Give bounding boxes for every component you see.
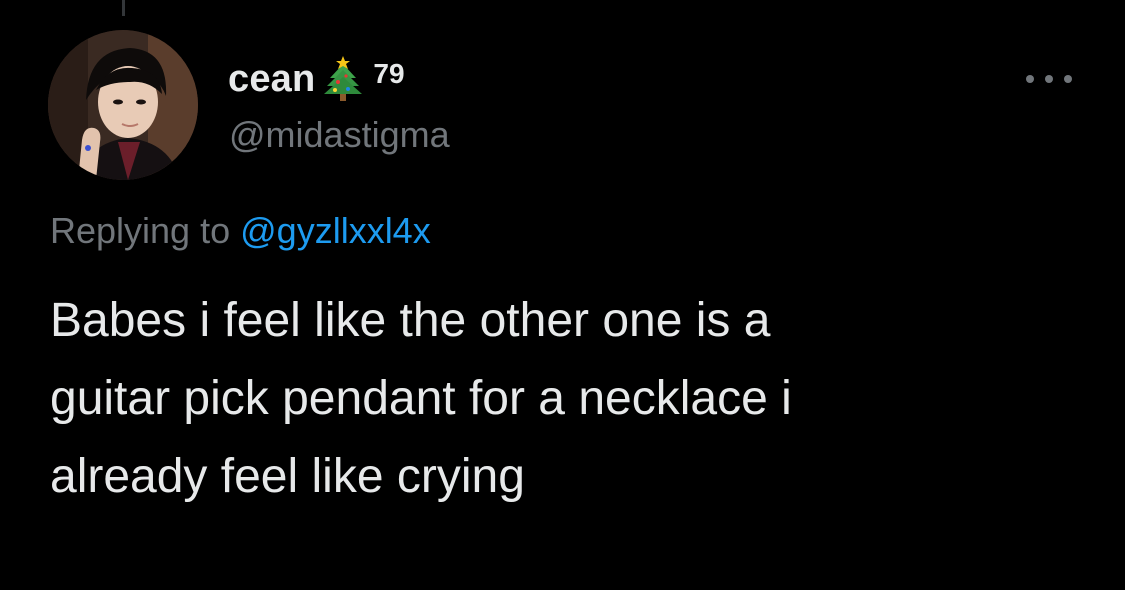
more-options-button[interactable] bbox=[1026, 64, 1072, 94]
more-horizontal-icon bbox=[1026, 75, 1034, 83]
more-horizontal-icon bbox=[1064, 75, 1072, 83]
replying-to-label: Replying to bbox=[50, 210, 231, 251]
author-display-name[interactable]: cean bbox=[228, 58, 315, 101]
thread-connector-line bbox=[122, 0, 125, 16]
author-handle[interactable]: @midastigma bbox=[229, 114, 450, 156]
tweet-text: Babes i feel like the other one is a gui… bbox=[50, 282, 1090, 516]
avatar[interactable] bbox=[48, 30, 198, 180]
avatar-image bbox=[48, 30, 198, 180]
reply-mention-link[interactable]: @gyzllxxl4x bbox=[240, 210, 431, 251]
author-name-row[interactable]: cean 79 bbox=[228, 56, 405, 102]
tweet-text-line: Babes i feel like the other one is a bbox=[50, 294, 771, 347]
tweet-text-line: guitar pick pendant for a necklace i bbox=[50, 372, 792, 425]
more-horizontal-icon bbox=[1045, 75, 1053, 83]
author-name-suffix: 79 bbox=[373, 58, 405, 89]
replying-to-line: Replying to @gyzllxxl4x bbox=[50, 210, 431, 252]
christmas-tree-emoji-icon bbox=[321, 56, 365, 102]
tweet-text-line: already feel like crying bbox=[50, 450, 525, 503]
